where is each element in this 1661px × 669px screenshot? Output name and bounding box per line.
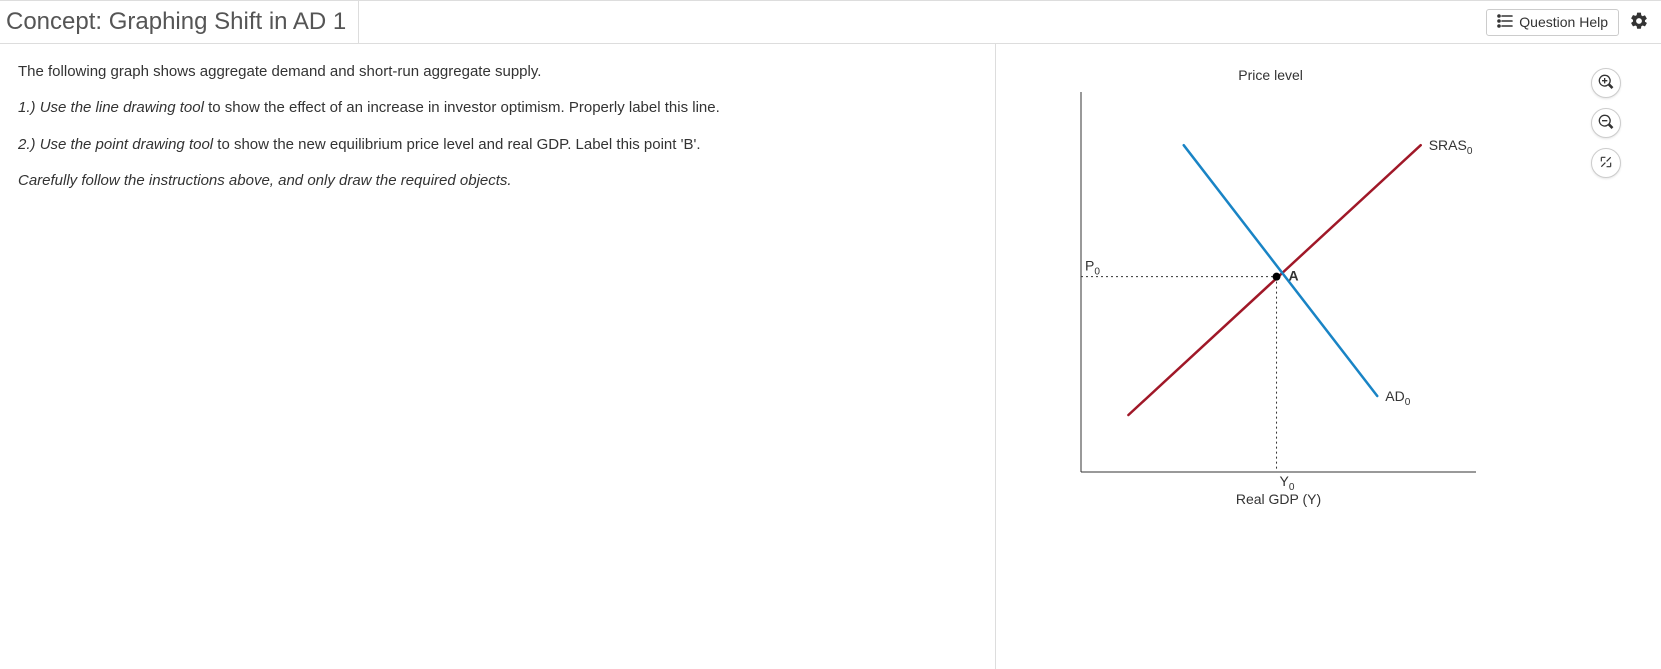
fullscreen-icon	[1599, 155, 1613, 172]
chart-area[interactable]: Real GDP (Y) Price level P0 Y0 SRAS0 AD0 A	[1026, 62, 1586, 622]
instructions-panel: The following graph shows aggregate dema…	[0, 44, 996, 669]
question-help-label: Question Help	[1519, 14, 1608, 30]
svg-text:A: A	[1289, 268, 1299, 284]
zoom-out-button[interactable]	[1591, 108, 1621, 138]
graph-panel: Real GDP (Y) Price level P0 Y0 SRAS0 AD0 A	[996, 44, 1661, 669]
page-header: Concept: Graphing Shift in AD 1 Question…	[0, 0, 1661, 44]
svg-text:Real GDP (Y): Real GDP (Y)	[1236, 491, 1321, 507]
settings-button[interactable]	[1625, 8, 1653, 36]
fullscreen-button[interactable]	[1591, 148, 1621, 178]
instructions-step-1: 1.) Use the line drawing tool to show th…	[18, 98, 977, 118]
svg-text:SRAS0: SRAS0	[1429, 137, 1473, 157]
question-help-button[interactable]: Question Help	[1486, 9, 1619, 36]
svg-text:Price level: Price level	[1238, 67, 1303, 83]
list-icon	[1497, 14, 1513, 31]
svg-text:Y0: Y0	[1280, 473, 1295, 493]
instructions-intro: The following graph shows aggregate dema…	[18, 62, 977, 82]
gear-icon	[1629, 11, 1649, 34]
zoom-out-icon	[1598, 114, 1614, 133]
svg-text:AD0: AD0	[1385, 388, 1410, 408]
instructions-step-2: 2.) Use the point drawing tool to show t…	[18, 135, 977, 155]
svg-text:P0: P0	[1085, 258, 1100, 278]
page-title: Concept: Graphing Shift in AD 1	[6, 0, 359, 44]
zoom-in-button[interactable]	[1591, 68, 1621, 98]
instructions-caution: Carefully follow the instructions above,…	[18, 171, 977, 191]
zoom-in-icon	[1598, 74, 1614, 93]
